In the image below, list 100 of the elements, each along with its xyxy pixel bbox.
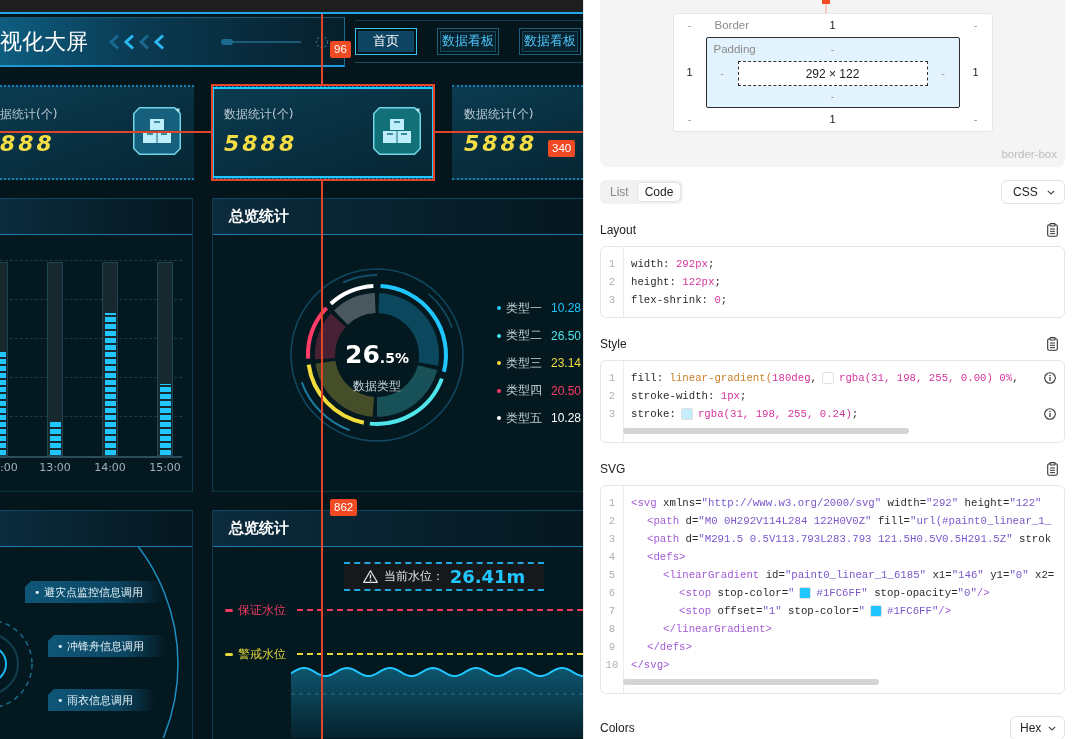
measure-badge: 340 <box>548 140 576 157</box>
box-model-value: 1 <box>829 113 836 126</box>
line-number: 4 <box>607 551 617 563</box>
stat-value: 5888 <box>224 132 298 155</box>
line-number: 6 <box>607 587 617 599</box>
box-model-value: - <box>830 90 835 103</box>
legend-value: 20.50 <box>551 383 582 398</box>
code-text: #1FC6FF" stop-opacity="0"/> <box>816 587 990 599</box>
dispatch-button[interactable]: • 雨衣信息调用 <box>48 689 155 711</box>
stat-value: 5888 <box>464 132 538 155</box>
line-number: 3 <box>607 294 617 306</box>
box-model-value: - <box>687 113 692 126</box>
measure-badge: 96 <box>330 41 351 58</box>
legend-label: 类型一 <box>506 299 542 317</box>
line-number: 2 <box>607 515 617 527</box>
line-number: 3 <box>607 408 617 420</box>
line-number: 8 <box>607 623 617 635</box>
horizontal-scrollbar[interactable] <box>623 679 879 685</box>
code-line: width: 292px; <box>631 258 715 270</box>
boxes-icon <box>373 106 421 155</box>
section-title: Style <box>600 337 627 351</box>
measure-badge: 862 <box>330 499 358 516</box>
box-model-value: - <box>720 67 724 80</box>
stat-label: 数据统计(个) <box>464 106 534 121</box>
donut-segment <box>329 284 376 325</box>
code-text: #1FC6FF"/> <box>887 605 952 617</box>
code-text: <stop offset="1" stop-color=" <box>679 605 866 617</box>
axis-label: :00 <box>0 461 18 475</box>
stat-value: 888 <box>0 132 55 155</box>
code-line: <defs> <box>647 551 686 563</box>
panel-title: 总览统计 <box>229 519 289 538</box>
legend-value: 10.28 <box>551 301 582 315</box>
clipboard-icon[interactable] <box>1047 337 1058 351</box>
line-number: 1 <box>607 372 617 384</box>
axis-label: 15:00 <box>149 461 181 475</box>
stat-label: 据统计(个) <box>0 106 58 121</box>
section-title: Colors <box>600 721 635 735</box>
nav-tab[interactable]: 数据看板 <box>519 28 581 55</box>
code-text: fill: linear-gradient(180deg, <box>631 372 817 384</box>
water-level-value: 26.41m <box>449 566 526 587</box>
box-model-value: 1 <box>686 66 693 79</box>
legend-value: 26.50 <box>551 328 582 343</box>
legend-label: 类型三 <box>506 354 542 372</box>
code-line: stroke-width: 1px; <box>631 390 747 402</box>
view-tab[interactable]: Code <box>636 182 682 202</box>
code-line: <path d="M0 0H292V114L284 122H0V0Z" fill="url(#paint0_linear_1_ <box>647 515 1052 527</box>
line-number: 7 <box>607 605 617 617</box>
box-model-value: 1 <box>972 66 979 79</box>
center-value: 26.5% <box>345 341 409 371</box>
box-model-value: 1 <box>829 19 836 32</box>
nav-tab[interactable]: 首页 <box>355 28 417 55</box>
format-dropdown[interactable]: CSS <box>1001 180 1065 204</box>
code-line: </defs> <box>647 641 692 653</box>
code-line: height: 122px; <box>631 276 721 288</box>
chart-bar <box>159 383 171 455</box>
stat-label: 数据统计(个) <box>224 106 294 121</box>
measure-marker-icon <box>822 0 830 13</box>
section-title: SVG <box>600 462 626 476</box>
clipboard-icon[interactable] <box>1047 462 1058 476</box>
line-number: 10 <box>604 659 620 671</box>
box-model-value: - <box>830 43 835 56</box>
dispatch-button[interactable]: • 冲锋舟信息调用 <box>48 635 166 657</box>
clipboard-icon[interactable] <box>1047 223 1058 237</box>
chevron-down-icon <box>1047 189 1055 195</box>
warning-icon <box>362 570 378 583</box>
code-text: stroke: <box>631 408 676 420</box>
color-format-dropdown[interactable]: Hex <box>1010 716 1065 739</box>
legend-value: 10.28 <box>551 411 582 425</box>
content-size: 292 × 122 <box>737 61 928 86</box>
horizontal-scrollbar[interactable] <box>623 428 909 434</box>
box-model-value: - <box>941 67 945 80</box>
center-label: 数据类型 <box>353 378 401 393</box>
code-line: flex-shrink: 0; <box>631 294 728 306</box>
dashboard-title: 视化大屏 <box>0 28 88 55</box>
box-model-value: - <box>973 113 978 126</box>
dispatch-button[interactable]: • 避灾点监控信息调用 <box>25 581 165 603</box>
code-line: </linearGradient> <box>663 623 773 635</box>
line-number: 1 <box>607 497 617 509</box>
chevron-down-icon <box>1048 725 1056 731</box>
code-line: <linearGradient id="paint0_linear_1_6185" x1="146" y1="0" x2= <box>663 569 1055 581</box>
panel-title: 总览统计 <box>229 207 289 226</box>
code-line: </svg> <box>631 659 670 671</box>
boxes-icon <box>133 106 181 155</box>
line-number: 2 <box>607 276 617 288</box>
legend-label: 类型五 <box>506 409 542 427</box>
section-title: Layout <box>600 223 637 237</box>
box-model-value: - <box>687 19 692 32</box>
code-text: rgba(31, 198, 255, 0.00) 0%, <box>839 372 1019 384</box>
legend-label: 类型四 <box>506 382 542 399</box>
box-model-value: - <box>973 19 978 32</box>
code-line: <path d="M291.5 0.5V113.793L283.793 121.5H0.5V0.5H291.5Z" strok <box>647 533 1052 545</box>
level-label: 警戒水位 <box>238 645 286 663</box>
code-text: <stop stop-color=" <box>679 587 795 599</box>
chevrons-icon <box>108 33 166 50</box>
line-number: 5 <box>607 569 617 581</box>
nav-tab[interactable]: 数据看板 <box>437 28 499 55</box>
padding-label: Padding <box>712 43 756 56</box>
line-number: 1 <box>607 258 617 270</box>
legend-value: 23.14 <box>551 356 582 370</box>
measure-line <box>321 14 323 85</box>
